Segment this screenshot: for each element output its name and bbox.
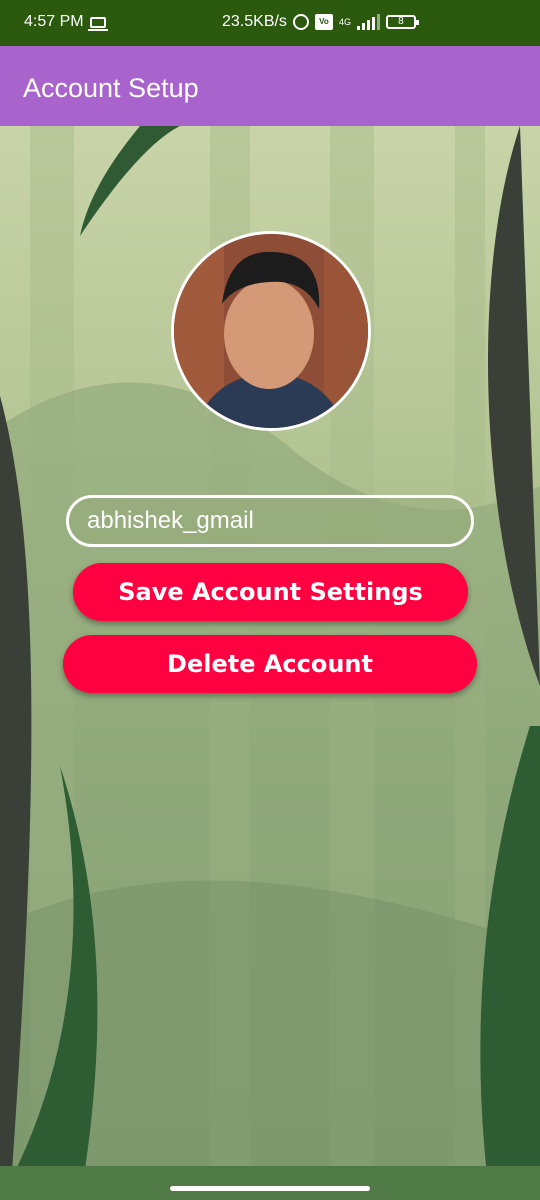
- profile-avatar[interactable]: [171, 231, 371, 431]
- app-bar: Account Setup: [0, 46, 540, 126]
- home-indicator[interactable]: [170, 1186, 370, 1191]
- laptop-icon: [87, 16, 108, 31]
- page-title: Account Setup: [23, 73, 199, 103]
- network-type: 4G: [338, 17, 351, 27]
- battery-icon: 8: [385, 15, 419, 29]
- net-speed: 23.5KB/s: [222, 13, 287, 30]
- save-account-settings-button[interactable]: Save Account Settings: [73, 563, 468, 621]
- avatar-photo: [174, 234, 368, 428]
- username-field[interactable]: [66, 495, 474, 547]
- battery-level: 8: [398, 16, 404, 27]
- status-bar: 4:57 PM 23.5KB/s Vo LTE 4G 8: [0, 0, 540, 46]
- alarm-icon: [292, 14, 309, 30]
- delete-account-button[interactable]: Delete Account: [63, 635, 477, 693]
- signal-icon: [356, 14, 380, 30]
- status-right: 23.5KB/s Vo LTE 4G 8: [222, 13, 419, 42]
- volte-icon: Vo LTE: [314, 14, 333, 42]
- status-left: 4:57 PM: [24, 13, 108, 31]
- status-time: 4:57 PM: [24, 13, 84, 30]
